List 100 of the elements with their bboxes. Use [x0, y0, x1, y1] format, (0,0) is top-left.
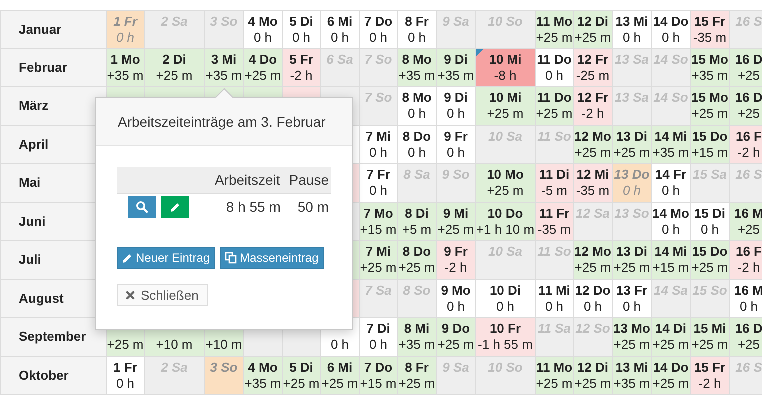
bulk-entry-button[interactable]: Masseneintrag	[220, 247, 324, 269]
day-cell[interactable]: 9 Fr -2 h	[437, 241, 476, 280]
day-cell[interactable]: 8 Mo +35 m	[398, 48, 437, 87]
day-cell[interactable]: 9 Do +25 m	[437, 318, 476, 356]
day-cell[interactable]: 14 Mo 0 h	[652, 202, 691, 241]
day-cell[interactable]: 4 Mo 0 h	[244, 10, 283, 48]
day-cell[interactable]: 9 Mi +25 m	[437, 202, 476, 241]
day-cell[interactable]: 9 Fr 0 h	[437, 126, 476, 164]
day-cell[interactable]: 9 Mo 0 h	[437, 280, 476, 318]
hours-value: -35 m	[576, 183, 610, 199]
day-cell[interactable]: 2 Di +25 m	[145, 48, 205, 87]
day-cell[interactable]: 5 Di +25 m	[283, 356, 321, 395]
day-cell[interactable]: 16 D +25	[730, 48, 762, 87]
day-cell[interactable]: 10 Fr -1 h 55 m	[476, 318, 536, 356]
day-cell[interactable]: 8 Do +25 m	[398, 241, 437, 280]
day-cell[interactable]: 10 Mo +25 m	[476, 164, 536, 202]
day-label: 13 Mi	[616, 14, 648, 30]
day-cell[interactable]: 15 Di 0 h	[691, 202, 730, 241]
day-cell[interactable]: 11 Mi 0 h	[536, 280, 574, 318]
day-cell[interactable]: 7 Fr 0 h	[360, 164, 398, 202]
day-cell[interactable]: 15 Mo +35 m	[691, 48, 730, 87]
day-cell[interactable]: 8 Do 0 h	[398, 126, 437, 164]
day-cell[interactable]: 11 Mo +25 m	[536, 356, 574, 395]
day-cell[interactable]: 14 Di +25 m	[652, 318, 691, 356]
close-button[interactable]: Schließen	[117, 284, 208, 306]
edit-button[interactable]	[161, 196, 189, 218]
day-cell[interactable]: 15 Mo +25 m	[691, 87, 730, 126]
day-cell[interactable]: 12 Mi -35 m	[574, 164, 613, 202]
day-cell[interactable]: 12 Fr -2 h	[574, 87, 613, 126]
day-cell[interactable]: 14 Mi +15 m	[652, 241, 691, 280]
day-cell[interactable]: 13 Di +25 m	[613, 126, 652, 164]
day-cell[interactable]: 5 Fr -2 h	[283, 48, 321, 87]
day-cell[interactable]: 11 Fr -35 m	[536, 202, 574, 241]
day-cell[interactable]: 15 Mi +25 m	[691, 318, 730, 356]
day-cell[interactable]: 6 Mi 0 h	[321, 10, 360, 48]
day-label: 12 Fr	[577, 90, 609, 106]
day-cell[interactable]: 14 Do 0 h	[652, 10, 691, 48]
day-cell[interactable]: 6 Mi +25 m	[321, 356, 360, 395]
day-cell[interactable]: 15 Fr -2 h	[691, 356, 730, 395]
day-label: 15 Do	[692, 128, 728, 144]
day-cell[interactable]: 7 Mi +25 m	[360, 241, 398, 280]
day-cell[interactable]: 7 Mi 0 h	[360, 126, 398, 164]
day-cell[interactable]: 13 Di +25 m	[613, 241, 652, 280]
day-cell[interactable]: 13 Mo +25 m	[613, 318, 652, 356]
day-cell[interactable]: 11 Do 0 h	[536, 48, 574, 87]
day-cell[interactable]: 8 Mi +35 m	[398, 318, 437, 356]
day-cell[interactable]: 1 Fr 0 h	[107, 356, 145, 395]
day-cell[interactable]: 4 Mo +35 m	[244, 356, 283, 395]
day-cell[interactable]: 12 Di +25 m	[574, 356, 613, 395]
day-cell[interactable]: 13 Mi 0 h	[613, 10, 652, 48]
day-cell[interactable]: 9 Di 0 h	[437, 87, 476, 126]
day-cell[interactable]: 8 Mo 0 h	[398, 87, 437, 126]
day-cell[interactable]: 11 Mo +25 m	[536, 10, 574, 48]
day-label: 16 F	[736, 244, 762, 260]
day-cell[interactable]: 11 Do +25 m	[536, 87, 574, 126]
day-cell[interactable]: 7 Do 0 h	[360, 10, 398, 48]
day-cell[interactable]: 16 D +25	[730, 87, 762, 126]
day-cell[interactable]: 16 F -2 h	[730, 241, 762, 280]
day-cell[interactable]: 12 Do 0 h	[574, 280, 613, 318]
day-cell[interactable]: 10 Mi -8 h	[476, 48, 536, 87]
day-cell[interactable]: 14 Fr 0 h	[652, 164, 691, 202]
day-cell[interactable]: 16 F -2 h	[730, 126, 762, 164]
day-cell[interactable]: 15 Do +25 m	[691, 241, 730, 280]
view-button[interactable]	[128, 196, 156, 218]
day-cell[interactable]: 8 Fr +25 m	[398, 356, 437, 395]
hours-value: +35 m	[398, 68, 436, 84]
day-cell[interactable]: 8 Fr 0 h	[398, 10, 437, 48]
hours-value: 0 h	[330, 30, 350, 46]
day-cell[interactable]: 10 Mi +25 m	[476, 87, 536, 126]
day-cell[interactable]: 15 Fr -35 m	[691, 10, 730, 48]
day-cell[interactable]: 12 Fr -25 m	[574, 48, 613, 87]
day-label: 14 Fr	[655, 167, 687, 183]
day-cell[interactable]: 11 Di -5 m	[536, 164, 574, 202]
day-cell[interactable]: 12 Mo +25 m	[574, 126, 613, 164]
day-cell[interactable]: 15 Do +15 m	[691, 126, 730, 164]
day-cell[interactable]: 16 D +25	[730, 318, 762, 356]
day-cell[interactable]: 12 Di +25 m	[574, 10, 613, 48]
day-cell[interactable]: 12 Mo +25 m	[574, 241, 613, 280]
day-label: 16 F	[736, 128, 762, 144]
day-cell[interactable]: 5 Di 0 h	[283, 10, 321, 48]
hours-value: +1 h 10 m	[476, 222, 535, 238]
day-cell[interactable]: 7 Do +15 m	[360, 356, 398, 395]
day-cell[interactable]: 9 Di +35 m	[437, 48, 476, 87]
new-entry-button[interactable]: Neuer Eintrag	[117, 247, 216, 269]
day-cell[interactable]: 14 Mi +35 m	[652, 126, 691, 164]
day-cell[interactable]: 1 Mo +35 m	[107, 48, 145, 87]
month-label: Februar	[0, 48, 107, 87]
day-cell[interactable]: 13 Fr 0 h	[613, 280, 652, 318]
day-label: 7 Mo	[364, 206, 394, 222]
day-cell[interactable]: 7 Mo +15 m	[360, 202, 398, 241]
day-cell[interactable]: 8 Di +5 m	[398, 202, 437, 241]
day-cell[interactable]: 13 Mi +35 m	[613, 356, 652, 395]
day-cell[interactable]: 7 Di 0 h	[360, 318, 398, 356]
day-cell[interactable]: 3 Mi +35 m	[205, 48, 244, 87]
day-cell[interactable]: 14 Do +25 m	[652, 356, 691, 395]
day-cell[interactable]: 10 Di 0 h	[476, 280, 536, 318]
day-cell[interactable]: 10 Do +1 h 10 m	[476, 202, 536, 241]
day-label: 8 Mo	[402, 52, 432, 68]
day-cell[interactable]: 4 Do +25 m	[244, 48, 283, 87]
day-label: 9 Mo	[441, 282, 471, 298]
